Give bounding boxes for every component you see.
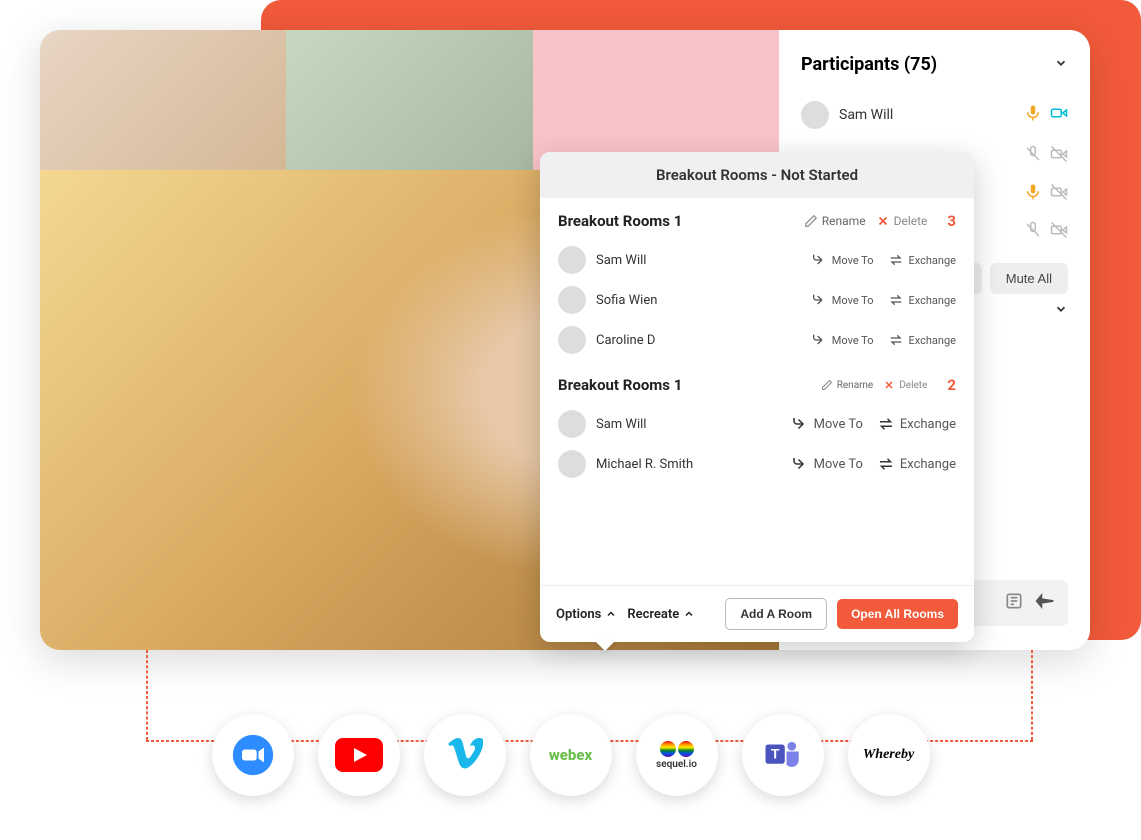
member-name: Caroline D [596, 333, 801, 348]
avatar [558, 450, 586, 478]
mic-off-icon[interactable] [1024, 145, 1042, 167]
delete-button[interactable]: Delete [883, 379, 927, 391]
options-button[interactable]: Options [556, 607, 617, 622]
mic-on-icon[interactable] [1024, 183, 1042, 205]
integrations-row: webex sequel.io T Whereby [0, 700, 1141, 810]
member-name: Sam Will [596, 417, 781, 432]
mic-off-icon[interactable] [1024, 221, 1042, 243]
avatar [558, 286, 586, 314]
breakout-rooms-modal: Breakout Rooms - Not Started Breakout Ro… [540, 152, 974, 642]
exchange-button[interactable]: Exchange [877, 415, 956, 433]
exchange-button[interactable]: Exchange [888, 332, 957, 348]
member-name: Sam Will [596, 253, 801, 268]
member-name: Sofia Wien [596, 293, 801, 308]
room-count: 3 [947, 212, 956, 230]
participant-name: Sam Will [839, 107, 1014, 123]
room-count: 2 [947, 376, 956, 394]
member-row: Sam Will Move To Exchange [558, 404, 956, 444]
video-thumbnails-row [40, 30, 779, 170]
add-room-button[interactable]: Add A Room [725, 598, 827, 630]
breakout-room: Breakout Rooms 1 Rename Delete 3 Sam Wil… [558, 212, 956, 360]
modal-footer: Options Recreate Add A Room Open All Roo… [540, 585, 974, 642]
participant-row[interactable]: Sam Will [801, 93, 1068, 137]
vimeo-icon[interactable] [424, 714, 506, 796]
move-to-button[interactable]: Move To [811, 292, 874, 308]
delete-label: Delete [894, 214, 928, 228]
svg-text:T: T [770, 746, 779, 762]
attachment-icon[interactable] [1004, 591, 1024, 615]
status-icons [1024, 104, 1068, 126]
participants-title: Participants (75) [801, 54, 937, 75]
camera-off-icon[interactable] [1050, 221, 1068, 243]
youtube-icon[interactable] [318, 714, 400, 796]
member-row: Sofia Wien Move To Exchange [558, 280, 956, 320]
video-tile[interactable] [40, 30, 286, 170]
video-tile[interactable] [286, 30, 532, 170]
avatar [801, 101, 829, 129]
exchange-button[interactable]: Exchange [888, 292, 957, 308]
room-title: Breakout Rooms 1 [558, 376, 811, 394]
delete-button[interactable]: Delete [876, 214, 928, 228]
move-to-button[interactable]: Move To [791, 455, 863, 473]
member-row: Michael R. Smith Move To Exchange [558, 444, 956, 484]
chevron-down-icon[interactable] [1054, 56, 1068, 74]
rename-label: Rename [837, 380, 874, 391]
move-to-button[interactable]: Move To [811, 332, 874, 348]
open-all-rooms-button[interactable]: Open All Rooms [837, 599, 958, 629]
member-name: Michael R. Smith [596, 457, 781, 472]
whereby-label: Whereby [863, 747, 914, 763]
rename-button[interactable]: Rename [821, 379, 874, 391]
modal-body: Breakout Rooms 1 Rename Delete 3 Sam Wil… [540, 198, 974, 585]
delete-label: Delete [899, 380, 927, 391]
camera-off-icon[interactable] [1050, 145, 1068, 167]
exchange-button[interactable]: Exchange [888, 252, 957, 268]
camera-on-icon[interactable] [1050, 104, 1068, 126]
camera-off-icon[interactable] [1050, 183, 1068, 205]
teams-icon[interactable]: T [742, 714, 824, 796]
member-row: Caroline D Move To Exchange [558, 320, 956, 360]
avatar [558, 410, 586, 438]
send-icon[interactable] [1034, 590, 1056, 616]
room-title: Breakout Rooms 1 [558, 212, 794, 230]
webex-label: webex [549, 746, 592, 764]
modal-pointer [595, 641, 615, 651]
recreate-button[interactable]: Recreate [627, 607, 695, 622]
rename-label: Rename [822, 214, 866, 228]
mute-all-button[interactable]: Mute All [990, 263, 1068, 294]
avatar [558, 326, 586, 354]
member-row: Sam Will Move To Exchange [558, 240, 956, 280]
breakout-room: Breakout Rooms 1 Rename Delete 2 Sam Wil… [558, 376, 956, 484]
modal-title: Breakout Rooms - Not Started [540, 152, 974, 198]
exchange-button[interactable]: Exchange [877, 455, 956, 473]
zoom-icon[interactable] [212, 714, 294, 796]
avatar [558, 246, 586, 274]
move-to-button[interactable]: Move To [791, 415, 863, 433]
video-tile[interactable] [533, 30, 779, 170]
whereby-icon[interactable]: Whereby [848, 714, 930, 796]
sequel-icon[interactable]: sequel.io [636, 714, 718, 796]
rename-button[interactable]: Rename [804, 214, 866, 228]
chevron-down-icon[interactable] [1054, 302, 1068, 320]
webex-icon[interactable]: webex [530, 714, 612, 796]
move-to-button[interactable]: Move To [811, 252, 874, 268]
sequel-label: sequel.io [656, 759, 697, 770]
participants-header[interactable]: Participants (75) [801, 54, 1068, 75]
mic-on-icon[interactable] [1024, 104, 1042, 126]
